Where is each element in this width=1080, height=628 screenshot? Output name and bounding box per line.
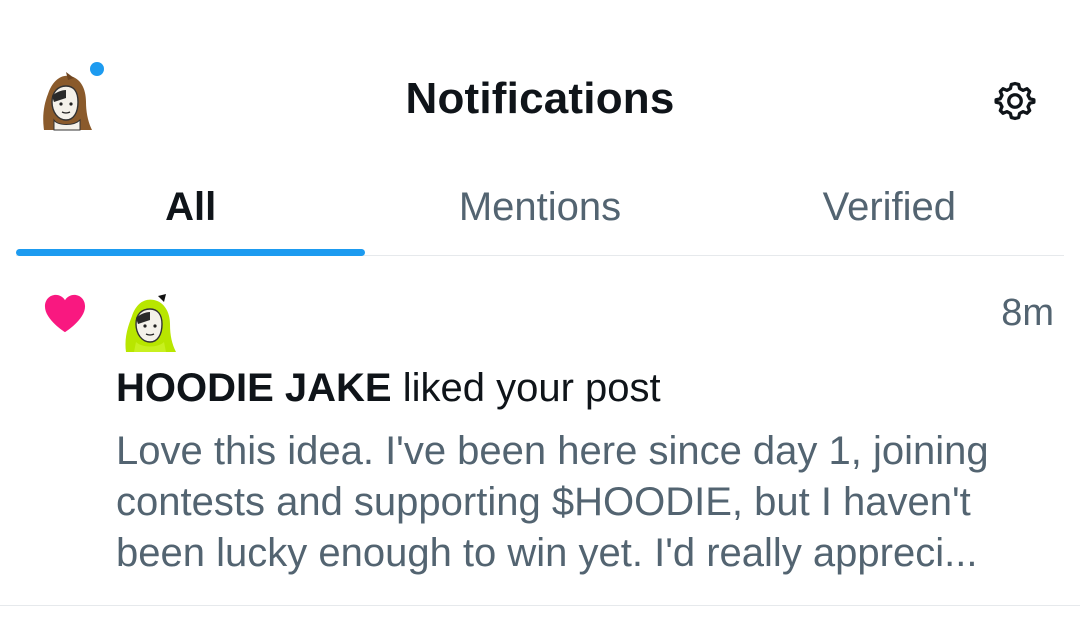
gear-icon [994,81,1036,121]
notification-tabs: All Mentions Verified [16,160,1064,256]
tab-label: Verified [822,185,957,229]
header: Notifications [0,0,1080,160]
action-text: liked your post [391,366,661,410]
tab-all[interactable]: All [16,160,366,256]
notification-item[interactable]: 8m HOODIE JAKE liked your post Love this… [0,258,1080,606]
notifications-screen: Notifications All Mentions Verified 8m H… [0,0,1080,628]
tab-verified[interactable]: Verified [715,160,1064,255]
activity-text: HOODIE JAKE liked your post [116,366,661,411]
heart-icon [44,294,86,333]
liker-name-link[interactable]: HOODIE JAKE [116,366,392,410]
page-title: Notifications [405,74,675,123]
settings-button[interactable] [990,76,1040,126]
active-tab-indicator [16,249,366,256]
tab-mentions[interactable]: Mentions [365,160,714,255]
tab-label: All [165,185,217,229]
post-preview-text[interactable]: Love this idea. I've been here since day… [116,426,1056,579]
tab-label: Mentions [458,185,622,229]
liker-avatar[interactable] [120,292,180,354]
notification-timestamp: 8m [1001,292,1054,334]
